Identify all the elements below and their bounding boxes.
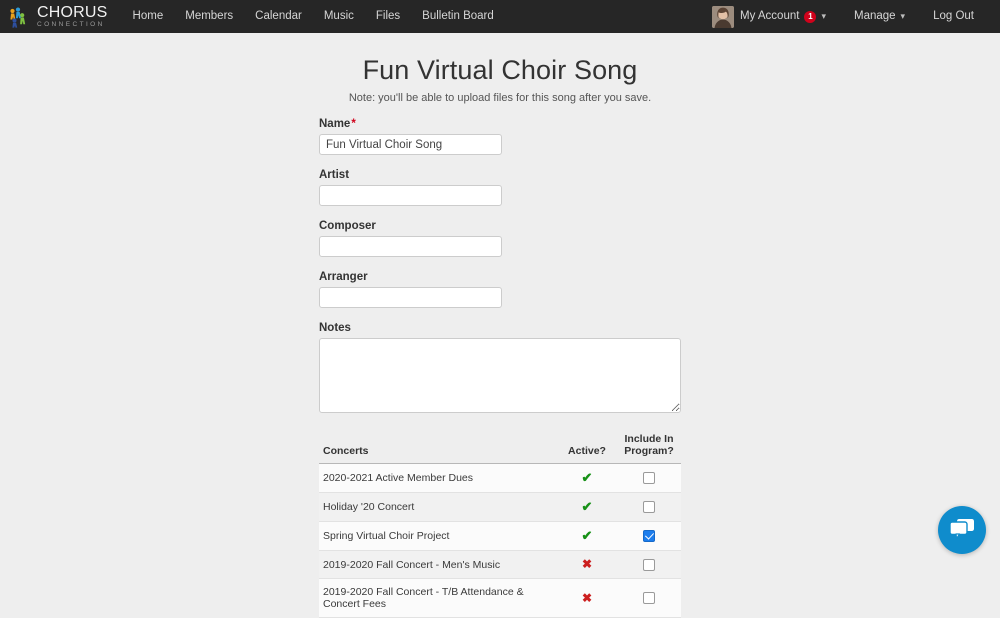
nav-item-music[interactable]: Music <box>313 0 365 33</box>
include-in-program-checkbox[interactable] <box>643 530 655 543</box>
my-account-menu[interactable]: My Account 1 ▾ <box>698 0 840 33</box>
nav-link-home[interactable]: Home <box>122 0 175 33</box>
include-in-program-checkbox[interactable] <box>643 592 655 605</box>
concert-include-cell <box>617 550 681 579</box>
arranger-label: Arranger <box>319 271 368 283</box>
primary-nav: Home Members Calendar Music Files Bullet… <box>122 0 505 33</box>
table-row: 2020-2021 Active Member Dues ✔ <box>319 463 681 493</box>
artist-input[interactable] <box>319 185 502 206</box>
concert-name: 2019-2020 Fall Concert - Men's Music <box>319 550 557 579</box>
concert-name: Spring Virtual Choir Project <box>319 521 557 551</box>
form-group-notes: Notes <box>319 322 681 413</box>
include-in-program-checkbox[interactable] <box>643 501 655 514</box>
concerts-table: Concerts Active? Include In Program? 202… <box>319 431 681 618</box>
table-row: Spring Virtual Choir Project ✔ <box>319 521 681 551</box>
concert-active-status: ✖ <box>557 578 617 618</box>
nav-link-files[interactable]: Files <box>365 0 411 33</box>
notes-label: Notes <box>319 322 351 334</box>
concert-active-status: ✔ <box>557 521 617 551</box>
table-row: 2019-2020 Fall Concert - Men's Music ✖ <box>319 550 681 579</box>
upload-note: Note: you'll be able to upload files for… <box>348 92 652 104</box>
include-in-program-checkbox[interactable] <box>643 558 655 571</box>
concert-include-cell <box>617 578 681 618</box>
concerts-table-head: Concerts Active? Include In Program? <box>319 431 681 464</box>
top-navbar: CHORUS CONNECTION Home Members Calendar … <box>0 0 1000 33</box>
form-group-arranger: Arranger <box>319 271 681 308</box>
concert-include-cell <box>617 492 681 522</box>
header-include-in-program: Include In Program? <box>617 431 681 464</box>
brand-text: CHORUS CONNECTION <box>37 3 108 29</box>
concert-active-status: ✔ <box>557 492 617 522</box>
chat-bubble-icon <box>949 518 975 543</box>
arranger-input[interactable] <box>319 287 502 308</box>
cross-icon: ✖ <box>581 590 593 605</box>
header-active: Active? <box>557 431 617 464</box>
check-icon: ✔ <box>581 499 593 514</box>
check-icon: ✔ <box>581 528 593 543</box>
concerts-table-header-row: Concerts Active? Include In Program? <box>319 431 681 464</box>
nav-right-group: My Account 1 ▾ Manage ▾ Log Out <box>698 0 988 33</box>
table-row: 2019-2020 Fall Concert - T/B Attendance … <box>319 578 681 618</box>
page-title: Fun Virtual Choir Song <box>362 55 638 85</box>
table-row: Holiday '20 Concert ✔ <box>319 492 681 522</box>
header-concerts: Concerts <box>319 431 557 464</box>
form-group-name: Name* <box>319 118 681 155</box>
nav-item-home[interactable]: Home <box>122 0 175 33</box>
concert-name: Holiday '20 Concert <box>319 492 557 522</box>
composer-label: Composer <box>319 220 376 232</box>
brand-title: CHORUS <box>37 3 108 21</box>
nav-item-bulletin-board[interactable]: Bulletin Board <box>411 0 505 33</box>
account-notification-badge: 1 <box>804 10 817 23</box>
nav-link-calendar[interactable]: Calendar <box>244 0 313 33</box>
brand-subtitle: CONNECTION <box>37 20 105 28</box>
name-input[interactable] <box>319 134 502 155</box>
concert-active-status: ✔ <box>557 463 617 493</box>
header-include-line2: Program? <box>624 445 674 457</box>
nav-item-members[interactable]: Members <box>174 0 244 33</box>
concerts-table-body: 2020-2021 Active Member Dues ✔ Holiday '… <box>319 463 681 618</box>
chevron-down-icon: ▾ <box>900 11 906 21</box>
logout-link[interactable]: Log Out <box>919 0 988 33</box>
concert-include-cell <box>617 521 681 551</box>
include-in-program-checkbox[interactable] <box>643 472 655 485</box>
chevron-down-icon: ▾ <box>821 11 826 21</box>
nav-link-music[interactable]: Music <box>313 0 365 33</box>
form-group-composer: Composer <box>319 220 681 257</box>
manage-menu[interactable]: Manage ▾ <box>840 0 919 33</box>
name-label: Name* <box>319 118 681 130</box>
artist-label: Artist <box>319 169 350 181</box>
brand-logo-link[interactable]: CHORUS CONNECTION <box>8 3 108 29</box>
name-label-text: Name <box>319 118 351 130</box>
header-include-line1: Include In <box>624 433 674 445</box>
concert-include-cell <box>617 463 681 493</box>
song-form-container: Fun Virtual Choir Song Note: you'll be a… <box>319 55 681 618</box>
form-group-artist: Artist <box>319 169 681 206</box>
nav-link-members[interactable]: Members <box>174 0 244 33</box>
nav-item-files[interactable]: Files <box>365 0 411 33</box>
concert-active-status: ✖ <box>557 550 617 579</box>
required-asterisk: * <box>351 118 356 130</box>
chorus-people-logo-icon <box>8 6 34 28</box>
user-avatar-photo <box>712 5 734 28</box>
my-account-label: My Account <box>740 10 800 22</box>
composer-input[interactable] <box>319 236 502 257</box>
check-icon: ✔ <box>581 470 593 485</box>
concert-name: 2019-2020 Fall Concert - T/B Attendance … <box>319 578 557 618</box>
concert-name: 2020-2021 Active Member Dues <box>319 463 557 493</box>
chat-widget-button[interactable] <box>938 506 986 554</box>
notes-textarea[interactable] <box>319 338 681 413</box>
nav-link-bulletin-board[interactable]: Bulletin Board <box>411 0 505 33</box>
cross-icon: ✖ <box>581 557 593 571</box>
nav-item-calendar[interactable]: Calendar <box>244 0 313 33</box>
page-body: Fun Virtual Choir Song Note: you'll be a… <box>0 33 1000 618</box>
manage-label: Manage <box>853 10 896 22</box>
